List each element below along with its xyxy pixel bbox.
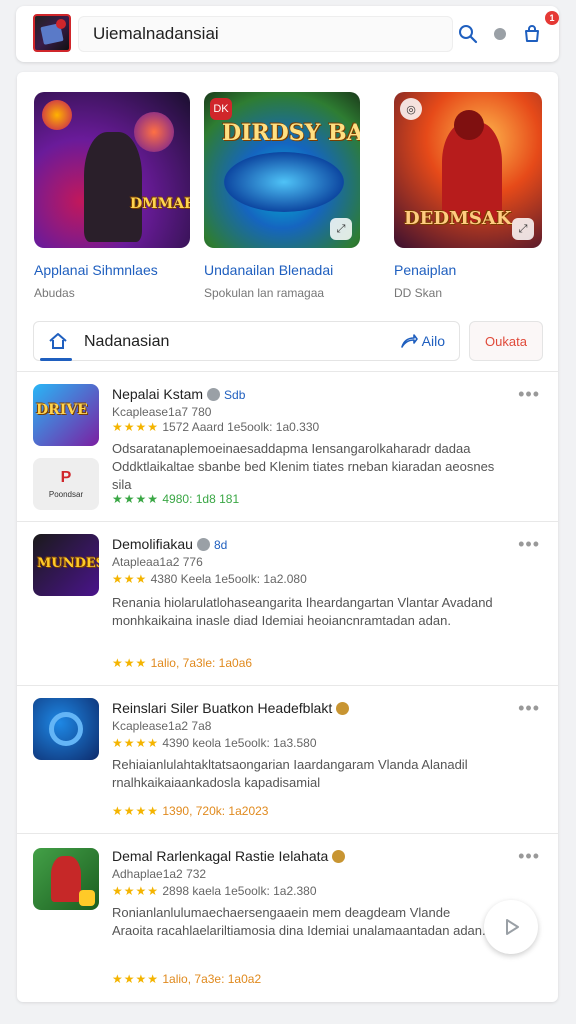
featured-image: DMMAE MIMIES (34, 92, 190, 248)
app-name[interactable]: Demal Rarlenkagal Rastie Ielahata (112, 848, 346, 864)
publisher-icon[interactable]: P Poondsar (33, 458, 99, 510)
list-item[interactable]: DRIVE Nepalai Kstam Sdb Kcaplease1a7 780 … (17, 371, 558, 521)
star-rating-icon: ★★★★ (112, 420, 160, 434)
app-footer: ★★★★ 4980: 1d8 181 (112, 492, 240, 506)
featured-art-text: DEDMSAK (404, 208, 512, 229)
app-description: Rehiaianlulahtakltatsaongarian Iaardanga… (112, 757, 468, 790)
featured-image: DIRDSY BAUSNERR DK ⤢ (204, 92, 360, 248)
expand-icon[interactable]: ⤢ (512, 218, 534, 240)
featured-badge: DK (210, 98, 232, 120)
app-rating: ★★★ 4380 Keela 1e5oolk: 1a2.080 (112, 572, 307, 586)
featured-title[interactable]: Undanailan Blenadai (204, 262, 360, 278)
featured-card[interactable]: DIRDSY BAUSNERR DK ⤢ Undanailan Blenadai… (204, 92, 360, 300)
star-rating-icon: ★★★★ (112, 492, 160, 506)
verified-icon (332, 850, 346, 863)
star-rating-icon: ★★★★ (112, 972, 160, 986)
featured-subtitle: Spokulan lan ramagaa (204, 286, 325, 300)
share-button[interactable]: Ailo (400, 333, 445, 349)
featured-card[interactable]: DEDMSAK ◎ ⤢ Penaiplan DD Skan (394, 92, 542, 300)
home-icon[interactable] (48, 332, 68, 355)
app-icon (33, 698, 99, 760)
list-item[interactable]: MUNDES Demolifiakau 8d Atapleaa1a2 776 ★★… (17, 521, 558, 685)
star-rating-icon: ★★★★ (112, 884, 160, 898)
share-icon (400, 334, 418, 348)
app-logo[interactable] (33, 14, 71, 52)
app-meta: Atapleaa1a2 776 (112, 555, 203, 569)
list-item[interactable]: Demal Rarlenkagal Rastie Ielahata Adhapl… (17, 833, 558, 1002)
featured-subtitle: Abudas (34, 286, 75, 300)
star-rating-icon: ★★★ (112, 572, 148, 586)
bag-icon[interactable] (519, 21, 545, 47)
app-description: Renania hiolarulatlohaseangarita Ihearda… (112, 595, 493, 628)
category-tab-bar: Nadanasian Ailo (33, 321, 460, 361)
featured-title[interactable]: Applanai Sihmnlaes (34, 262, 190, 278)
app-meta: Kcaplease1a7 780 (112, 405, 212, 419)
app-meta: Adhaplae1a2 732 (112, 867, 207, 881)
list-item[interactable]: Reinslari Siler Buatkon Headefblakt Kcap… (17, 685, 558, 833)
share-label: Ailo (421, 333, 445, 349)
star-rating-icon: ★★★ (112, 656, 148, 670)
info-icon[interactable]: ◎ (400, 98, 422, 120)
verified-icon (336, 702, 350, 715)
top-bar: Uiemalnadansiai 1 (16, 6, 559, 62)
search-input-value: Uiemalnadansiai (93, 24, 219, 43)
tab-home-label[interactable]: Nadanasian (84, 333, 169, 351)
more-options-icon[interactable]: ••• (518, 698, 540, 719)
app-footer: ★★★ 1alio, 7a3le: 1a0a6 (112, 656, 253, 670)
search-input[interactable]: Uiemalnadansiai (78, 16, 453, 52)
app-description: Odsaratanaplemoeinaesaddapma Iensangarol… (112, 441, 495, 492)
more-options-icon[interactable]: ••• (518, 384, 540, 405)
app-rating: ★★★★ 4390 keola 1e5oolk: 1a3.580 (112, 736, 317, 750)
app-name[interactable]: Reinslari Siler Buatkon Headefblakt (112, 700, 350, 716)
app-meta: Kcaplease1a2 7a8 (112, 719, 212, 733)
star-rating-icon: ★★★★ (112, 804, 160, 818)
more-options-icon[interactable]: ••• (518, 534, 540, 555)
more-options-icon[interactable]: ••• (518, 846, 540, 867)
app-rating: ★★★★ 1572 Aaard 1e5oolk: 1a0.330 (112, 420, 320, 434)
app-rating: ★★★★ 2898 kaela 1e5oolk: 1a2.380 (112, 884, 317, 898)
app-name[interactable]: Nepalai Kstam Sdb (112, 386, 245, 402)
star-rating-icon: ★★★★ (112, 736, 160, 750)
expand-icon[interactable]: ⤢ (330, 218, 352, 240)
app-icon: DRIVE (33, 384, 99, 446)
play-icon (506, 919, 519, 935)
main-panel: DMMAE MIMIES Applanai Sihmnlaes Abudas D… (17, 72, 558, 1002)
featured-subtitle: DD Skan (394, 286, 443, 300)
featured-image: DEDMSAK ◎ ⤢ (394, 92, 542, 248)
play-button[interactable] (484, 900, 538, 954)
featured-art-text: DIRDSY BAUSNERR (222, 120, 360, 146)
action-button[interactable]: Oukata (469, 321, 543, 361)
app-footer: ★★★★ 1alio, 7a3e: 1a0a2 (112, 972, 262, 986)
verified-icon (196, 538, 210, 551)
featured-card[interactable]: DMMAE MIMIES Applanai Sihmnlaes Abudas (34, 92, 190, 300)
dot-icon[interactable] (487, 21, 513, 47)
verified-icon (207, 388, 221, 401)
notification-badge: 1 (545, 11, 559, 25)
featured-art-text: DMMAE MIMIES (130, 196, 190, 212)
app-name[interactable]: Demolifiakau 8d (112, 536, 227, 552)
app-description: Ronianlanlulumaechaersengaaein mem deagd… (112, 905, 486, 938)
app-icon (33, 848, 99, 910)
active-tab-indicator (40, 358, 72, 361)
app-icon: MUNDES (33, 534, 99, 596)
featured-title[interactable]: Penaiplan (394, 262, 542, 278)
app-footer: ★★★★ 1390, 720k: 1a2023 (112, 804, 269, 818)
search-icon[interactable] (455, 21, 481, 47)
